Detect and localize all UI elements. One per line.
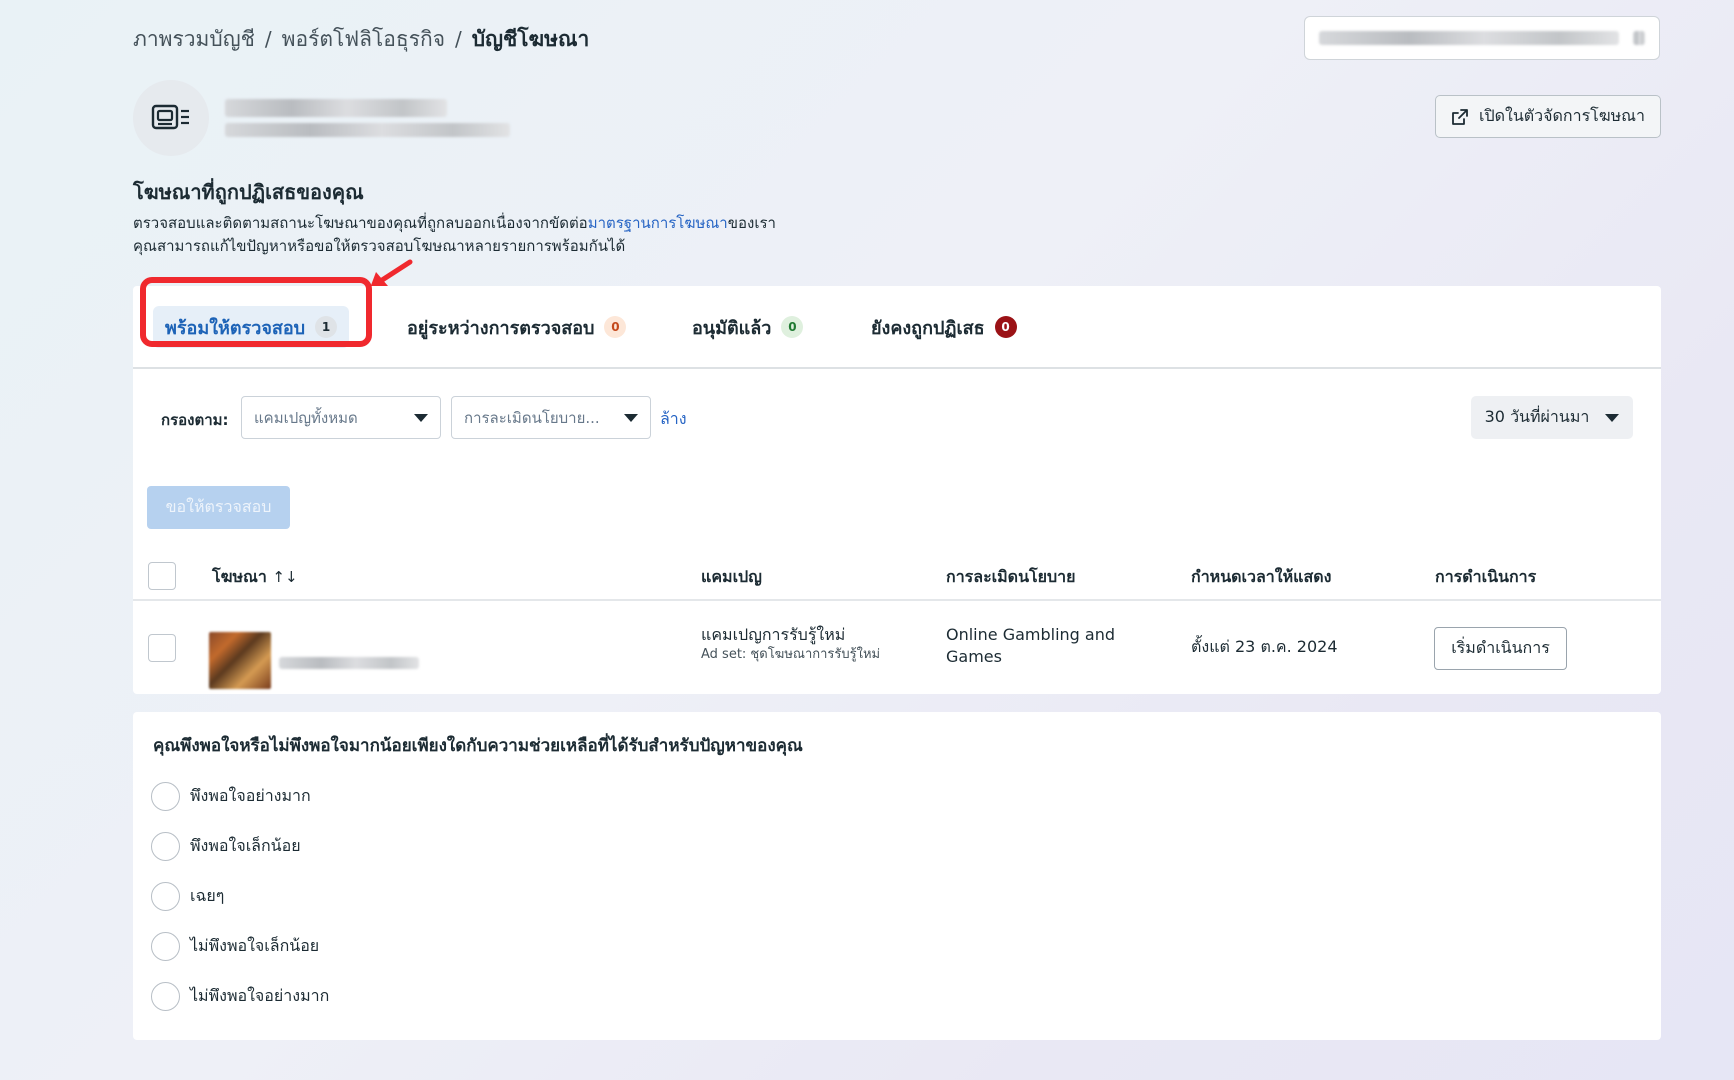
intro-desc-text: คุณสามารถแก้ไขปัญหาหรือขอให้ตรวจสอบโฆษณา… <box>133 237 626 255</box>
tab-label: พร้อมให้ตรวจสอบ <box>165 317 306 339</box>
breadcrumb-separator: / <box>264 27 272 51</box>
radio-button[interactable] <box>151 882 180 911</box>
tab-count-badge: 1 <box>315 316 338 338</box>
ad-account-icon <box>133 80 209 156</box>
account-header <box>133 80 510 156</box>
chevron-down-icon <box>624 413 638 422</box>
breadcrumb-separator: / <box>455 27 462 51</box>
survey-option-label: ไม่พึงพอใจเล็กน้อย <box>190 936 320 955</box>
table-header: โฆษณา ↑↓ แคมเปญ การละเมิดนโยบาย กำหนดเวล… <box>133 551 1661 601</box>
tab-label: อนุมัติแล้ว <box>692 317 772 339</box>
intro-desc-text: ตรวจสอบและติดตามสถานะโฆษณาของคุณที่ถูกลบ… <box>133 214 588 232</box>
campaign-name: แคมเปญการรับรู้ใหม่ <box>701 625 846 644</box>
policy-cell: Online Gambling and Games <box>946 624 1115 668</box>
tab-still-rejected[interactable]: ยังคงถูกปฏิเสธ 0 <box>859 306 1029 348</box>
survey-option-neutral[interactable]: เฉยๆ <box>151 882 224 911</box>
schedule-cell: ตั้งแต่ 23 ต.ค. 2024 <box>1191 637 1338 656</box>
survey-option-label: ไม่พึงพอใจอย่างมาก <box>190 986 330 1005</box>
request-review-button[interactable]: ขอให้ตรวจสอบ <box>147 486 290 529</box>
column-header-ad[interactable]: โฆษณา ↑↓ <box>212 565 298 590</box>
column-header-campaign: แคมเปญ <box>701 567 762 586</box>
newspaper-icon <box>151 104 189 130</box>
account-name-redacted <box>1319 31 1619 45</box>
survey-option-very-dissatisfied[interactable]: ไม่พึงพอใจอย่างมาก <box>151 982 329 1011</box>
survey-question: คุณพึงพอใจหรือไม่พึงพอใจมากน้อยเพียงใดกั… <box>153 736 803 756</box>
account-selector[interactable] <box>1304 16 1660 60</box>
tab-label: อยู่ระหว่างการตรวจสอบ <box>407 317 595 339</box>
survey-option-very-satisfied[interactable]: พึงพอใจอย่างมาก <box>151 782 311 811</box>
satisfaction-survey: คุณพึงพอใจหรือไม่พึงพอใจมากน้อยเพียงใดกั… <box>133 712 1661 1040</box>
campaign-filter-value: แคมเปญทั้งหมด <box>254 408 358 427</box>
radio-button[interactable] <box>151 832 180 861</box>
ad-set-name: Ad set: ชุดโฆษณาการรับรู้ใหม่ <box>701 647 881 662</box>
date-range-value: 30 วันที่ผ่านมา <box>1484 407 1590 426</box>
breadcrumb-ad-account: บัญชีโฆษณา <box>471 26 590 51</box>
intro-description: ตรวจสอบและติดตามสถานะโฆษณาของคุณที่ถูกลบ… <box>133 212 893 258</box>
filter-row: กรองตาม: แคมเปญทั้งหมด การละเมิดนโยบาย..… <box>133 396 1661 440</box>
survey-option-label: เฉยๆ <box>190 886 225 905</box>
breadcrumb: ภาพรวมบัญชี / พอร์ตโฟลิโอธุรกิจ / บัญชีโ… <box>133 22 589 56</box>
open-in-ads-manager-label: เปิดในตัวจัดการโฆษณา <box>1478 106 1645 125</box>
advertising-standards-link[interactable]: มาตรฐานการโฆษณา <box>588 214 728 232</box>
account-id-redacted <box>1633 31 1645 45</box>
tab-label: ยังคงถูกปฏิเสธ <box>871 317 985 339</box>
tab-count-badge: 0 <box>994 316 1017 338</box>
row-checkbox[interactable] <box>148 634 176 662</box>
select-all-checkbox[interactable] <box>148 562 176 590</box>
survey-option-somewhat-dissatisfied[interactable]: ไม่พึงพอใจเล็กน้อย <box>151 932 319 961</box>
policy-violation-text: Online Gambling and <box>946 625 1116 644</box>
account-name-redacted <box>225 99 510 137</box>
ad-thumbnail[interactable] <box>209 632 271 689</box>
column-header-label: โฆษณา <box>212 567 267 586</box>
survey-option-somewhat-satisfied[interactable]: พึงพอใจเล็กน้อย <box>151 832 301 861</box>
survey-option-label: พึงพอใจอย่างมาก <box>190 786 311 805</box>
tab-approved[interactable]: อนุมัติแล้ว 0 <box>680 306 815 348</box>
tab-count-badge: 0 <box>781 316 804 338</box>
status-tabs: พร้อมให้ตรวจสอบ 1 อยู่ระหว่างการตรวจสอบ … <box>133 277 1661 369</box>
page-title: โฆษณาที่ถูกปฏิเสธของคุณ <box>133 180 364 204</box>
open-in-ads-manager-button[interactable]: เปิดในตัวจัดการโฆษณา <box>1435 95 1661 138</box>
chevron-down-icon <box>1605 413 1620 422</box>
campaign-cell: แคมเปญการรับรู้ใหม่ Ad set: ชุดโฆษณาการร… <box>701 624 880 664</box>
radio-button[interactable] <box>151 982 180 1011</box>
filter-label: กรองตาม: <box>161 411 229 429</box>
policy-violation-text: Games <box>946 647 1002 666</box>
tab-in-review[interactable]: อยู่ระหว่างการตรวจสอบ 0 <box>395 306 638 348</box>
table-row: แคมเปญการรับรู้ใหม่ Ad set: ชุดโฆษณาการร… <box>133 601 1661 694</box>
rejected-ads-card: พร้อมให้ตรวจสอบ 1 อยู่ระหว่างการตรวจสอบ … <box>133 277 1661 694</box>
radio-button[interactable] <box>151 782 180 811</box>
sort-icon[interactable]: ↑↓ <box>272 568 297 586</box>
date-range-dropdown[interactable]: 30 วันที่ผ่านมา <box>1471 396 1633 439</box>
external-link-icon <box>1452 108 1468 125</box>
chevron-down-icon <box>414 413 428 422</box>
breadcrumb-account-overview[interactable]: ภาพรวมบัญชี <box>133 23 255 56</box>
get-started-button[interactable]: เริ่มดำเนินการ <box>1434 627 1567 670</box>
tab-ready-for-review[interactable]: พร้อมให้ตรวจสอบ 1 <box>153 306 350 348</box>
survey-option-label: พึงพอใจเล็กน้อย <box>190 836 301 855</box>
campaign-filter-dropdown[interactable]: แคมเปญทั้งหมด <box>241 396 441 439</box>
tab-count-badge: 0 <box>604 316 627 338</box>
intro-section: โฆษณาที่ถูกปฏิเสธของคุณ ตรวจสอบและติดตาม… <box>133 176 893 258</box>
column-header-policy: การละเมิดนโยบาย <box>946 567 1076 586</box>
column-header-schedule: กำหนดเวลาให้แสดง <box>1191 567 1332 586</box>
ad-name-redacted[interactable] <box>279 657 419 669</box>
column-header-action: การดำเนินการ <box>1435 567 1537 586</box>
policy-filter-value: การละเมิดนโยบาย... <box>464 408 600 427</box>
breadcrumb-business-portfolio[interactable]: พอร์ตโฟลิโอธุรกิจ <box>282 23 445 56</box>
clear-filters-link[interactable]: ล้าง <box>660 407 687 432</box>
intro-desc-text: ของเรา <box>727 214 776 232</box>
policy-filter-dropdown[interactable]: การละเมิดนโยบาย... <box>451 396 651 439</box>
radio-button[interactable] <box>151 932 180 961</box>
